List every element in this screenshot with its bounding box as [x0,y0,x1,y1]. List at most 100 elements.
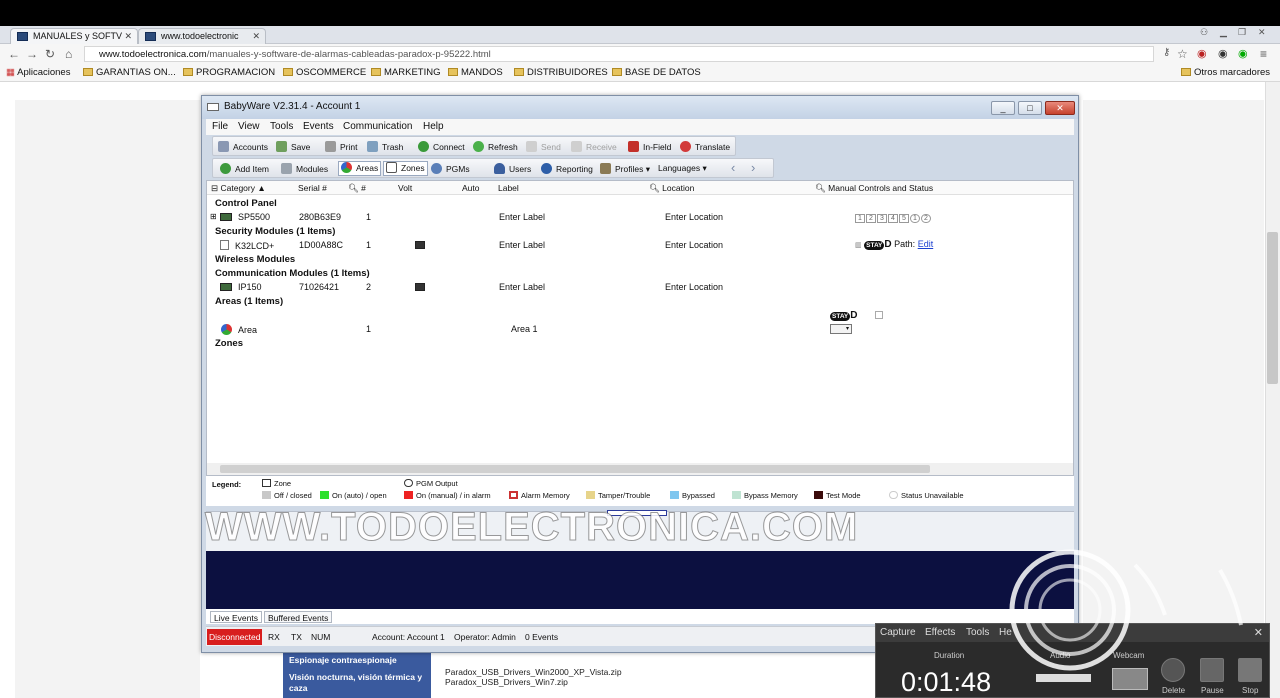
browser-tab-todoelectronica[interactable]: www.todoelectronic ✕ [138,28,266,44]
page-scrollbar[interactable] [1265,82,1280,698]
maximize-button[interactable]: □ [1018,101,1042,115]
pause-button[interactable]: Pause [1201,686,1224,695]
accounts-button[interactable]: Accounts [218,141,268,152]
bookmark-otros[interactable]: Otros marcadores [1181,67,1270,78]
connect-button[interactable]: Connect [418,141,465,152]
menu-communication[interactable]: Communication [343,121,412,132]
modules-button[interactable]: Modules [281,163,328,174]
key-icon[interactable]: ⚷ [1163,47,1170,58]
bookmark-mandos[interactable]: MANDOS [448,67,503,78]
scrollbar-thumb[interactable] [220,465,930,473]
section-wireless-modules[interactable]: Wireless Modules [215,254,295,265]
menu-events[interactable]: Events [303,121,334,132]
category-link[interactable]: Espionaje contraespionaje [289,655,425,666]
users-button[interactable]: Users [494,163,531,174]
translate-button[interactable]: Translate [680,141,730,152]
cell-label[interactable]: Enter Label [499,282,545,292]
section-zones[interactable]: Zones [215,338,243,349]
area-1-button[interactable]: 1 [855,214,865,223]
forward-arrow-icon[interactable]: › [751,160,755,175]
page-scrollbar-thumb[interactable] [1267,232,1278,384]
column-manual-controls[interactable]: 🔍︎ Manual Controls and Status [815,183,933,194]
search-icon[interactable]: 🔍︎ [815,183,826,193]
cell-label[interactable]: Area 1 [511,324,538,334]
reporting-button[interactable]: Reporting [541,163,593,174]
cell-location[interactable]: Enter Location [665,212,723,222]
area-5-button[interactable]: 5 [899,214,909,223]
user-icon[interactable]: ⚇ [1200,27,1208,38]
stop-button[interactable]: Stop [1242,686,1258,695]
section-communication-modules[interactable]: Communication Modules (1 Items) [215,268,370,279]
expand-icon[interactable]: ⊞ [210,212,217,221]
close-tab-icon[interactable]: ✕ [124,31,132,42]
audio-level-slider[interactable] [1036,674,1091,682]
send-button[interactable]: Send [526,141,561,152]
area-arm-dropdown[interactable]: ▾ [830,324,852,334]
languages-dropdown[interactable]: Languages ▾ [658,163,707,174]
restore-window-icon[interactable]: ❐ [1238,27,1246,38]
column-serial[interactable]: Serial # [298,183,327,193]
stay-badge[interactable]: STAY [830,312,851,321]
area-2-button[interactable]: 2 [866,214,876,223]
cell-label[interactable]: Enter Label [499,212,545,222]
recorder-menu-effects[interactable]: Effects [925,627,955,638]
column-auto[interactable]: Auto [462,183,480,193]
minimize-button[interactable]: _ [991,101,1015,115]
grid-horizontal-scrollbar[interactable] [207,463,1073,475]
path-edit-link[interactable]: Edit [918,239,934,249]
menu-help[interactable]: Help [423,121,444,132]
column-location[interactable]: 🔍︎ Location [649,183,694,194]
file-link[interactable]: Paradox_USB_Drivers_Win7.zip [445,677,622,687]
recorder-menu-capture[interactable]: Capture [880,627,916,638]
bookmark-star-icon[interactable]: ☆ [1177,47,1188,61]
bookmark-programacion[interactable]: PROGRAMACION [183,67,275,78]
save-button[interactable]: Save [276,141,310,152]
reload-icon[interactable]: ↻ [45,47,55,61]
row-k32lcd[interactable]: K32LCD+ [220,240,274,251]
menu-file[interactable]: File [212,121,228,132]
pgm-2-button[interactable]: 2 [921,214,931,223]
url-input[interactable]: www.todoelectronica.com/manuales-y-softw… [84,46,1154,62]
column-category[interactable]: ⊟ Category ▲ [211,183,266,194]
search-icon[interactable]: 🔍︎ [649,183,660,193]
column-number[interactable]: 🔍︎ # [348,183,366,194]
tab-buffered-events[interactable]: Buffered Events [264,611,333,623]
extension-red-icon[interactable]: ◉ [1197,47,1207,60]
close-tab-icon[interactable]: ✕ [252,31,260,42]
section-security-modules[interactable]: Security Modules (1 Items) [215,226,335,237]
receive-button[interactable]: Receive [571,141,617,152]
refresh-button[interactable]: Refresh [473,141,518,152]
column-volt[interactable]: Volt [398,183,412,193]
area-4-button[interactable]: 4 [888,214,898,223]
area-3-button[interactable]: 3 [877,214,887,223]
pgms-button[interactable]: PGMs [431,163,470,174]
add-item-button[interactable]: Add Item [220,163,269,174]
bookmark-oscommerce[interactable]: OSCOMMERCE [283,67,366,78]
file-link[interactable]: Paradox_USB_Drivers_Win2000_XP_Vista.zip [445,667,622,677]
browser-tab-manuales[interactable]: MANUALES y SOFTV ✕ [10,28,138,44]
row-area[interactable]: Area [221,324,257,335]
home-icon[interactable]: ⌂ [65,47,72,61]
trash-button[interactable]: Trash [367,141,403,152]
bookmark-garantias[interactable]: GARANTIAS ON... [83,67,176,78]
bookmark-apps[interactable]: ▦ Aplicaciones [6,67,70,78]
bookmark-distribuidores[interactable]: DISTRIBUIDORES [514,67,608,78]
row-sp5500[interactable]: SP5500 [220,212,270,222]
cell-location[interactable]: Enter Location [665,240,723,250]
menu-tools[interactable]: Tools [270,121,293,132]
area-status-checkbox[interactable] [875,311,883,319]
back-arrow-icon[interactable]: ‹ [731,160,735,175]
close-window-icon[interactable]: ✕ [1258,27,1266,38]
menu-icon[interactable]: ≡ [1260,47,1267,61]
bookmark-marketing[interactable]: MARKETING [371,67,440,78]
menu-view[interactable]: View [238,121,260,132]
tab-live-events[interactable]: Live Events [210,611,262,623]
stay-badge[interactable]: STAY [864,241,885,250]
section-areas[interactable]: Areas (1 Items) [215,296,283,307]
pgm-1-button[interactable]: 1 [910,214,920,223]
recorder-menu-tools[interactable]: Tools [966,627,989,638]
extension-e-icon[interactable]: ◉ [1218,47,1228,60]
minimize-window-icon[interactable]: ▁ [1220,27,1227,38]
search-icon[interactable]: 🔍︎ [348,183,359,193]
areas-button[interactable]: Areas [338,161,382,176]
